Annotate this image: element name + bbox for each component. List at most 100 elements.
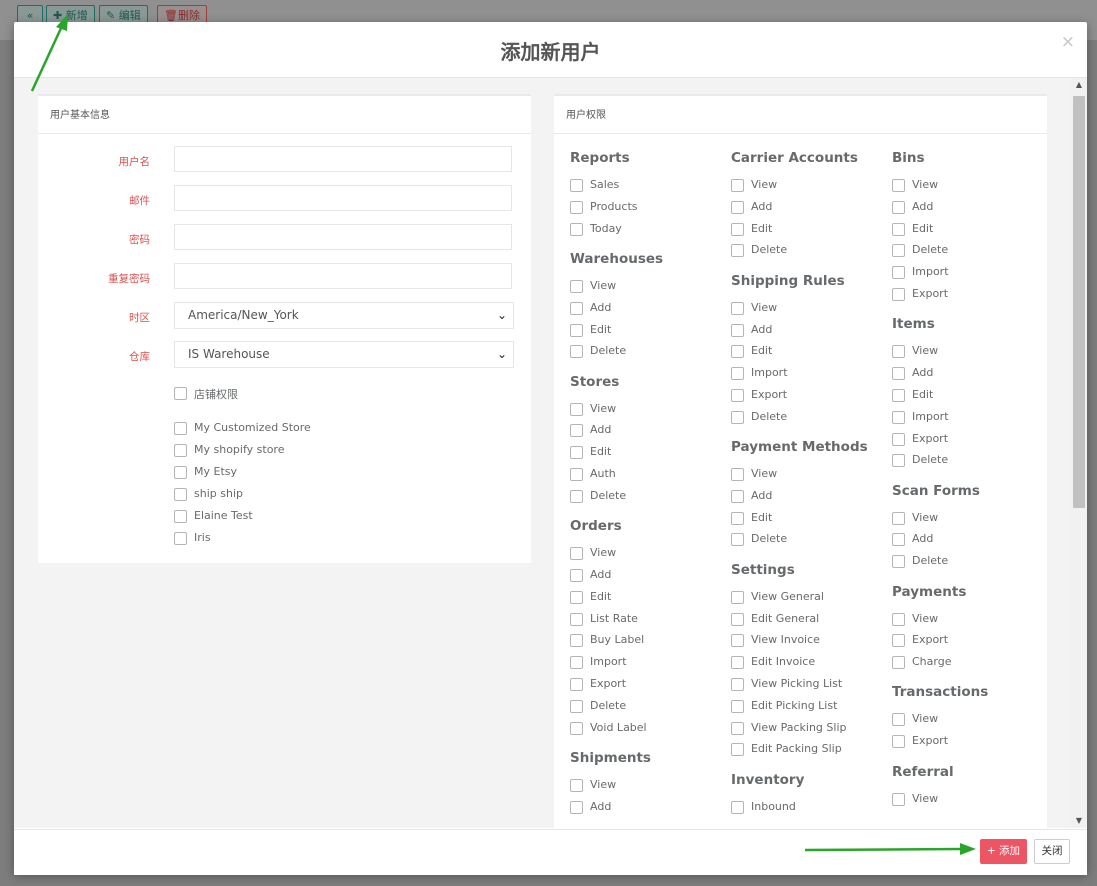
checkbox-box[interactable]	[731, 612, 744, 626]
checkbox-box[interactable]	[570, 179, 583, 192]
warehouse-select[interactable]: IS Warehouse ⌄	[174, 341, 514, 368]
checkbox-box[interactable]	[731, 656, 744, 670]
checkbox-box[interactable]	[892, 345, 905, 359]
password-input[interactable]	[174, 224, 512, 250]
checkbox-box[interactable]	[570, 424, 583, 438]
checkbox-box[interactable]	[174, 422, 187, 435]
checkbox-box[interactable]	[892, 713, 905, 727]
checkbox-box[interactable]	[570, 323, 583, 337]
checkbox-box[interactable]	[892, 735, 905, 749]
checkbox-box[interactable]	[570, 222, 583, 236]
close-button[interactable]: 关闭	[1034, 839, 1070, 864]
checkbox-box[interactable]	[570, 279, 583, 293]
checkbox-box[interactable]	[570, 778, 583, 792]
checkbox-box[interactable]	[570, 446, 583, 460]
checkbox-box[interactable]	[892, 634, 905, 648]
repeat-password-row: 重复密码	[38, 263, 531, 291]
repeat-password-input[interactable]	[174, 263, 512, 289]
checkbox-box[interactable]	[174, 532, 187, 545]
checkbox-box[interactable]	[570, 721, 583, 735]
checkbox-box[interactable]	[731, 323, 744, 337]
checkbox-box[interactable]	[570, 800, 583, 814]
checkbox-box[interactable]	[731, 367, 744, 381]
checkbox-box[interactable]	[731, 200, 744, 214]
add-user-modal: 添加新用户 × 用户基本信息 用户名 邮件 密码 重复密码 时区 America…	[14, 22, 1087, 875]
checkbox-box[interactable]	[892, 555, 905, 569]
checkbox-box[interactable]	[731, 244, 744, 258]
permission-group-title: Payments	[892, 583, 967, 600]
checkbox-box[interactable]	[731, 468, 744, 481]
permission-checkbox-label: View	[751, 300, 778, 314]
checkbox-box[interactable]	[892, 179, 905, 192]
checkbox-box[interactable]	[570, 489, 583, 503]
checkbox-box[interactable]	[570, 301, 583, 315]
checkbox-box[interactable]	[892, 244, 905, 258]
checkbox-box[interactable]	[892, 511, 905, 525]
checkbox-box[interactable]	[892, 432, 905, 446]
checkbox-box[interactable]	[731, 721, 744, 735]
edit-button-label: 编辑	[118, 9, 141, 22]
checkbox-box[interactable]	[731, 179, 744, 192]
scroll-up-icon[interactable]: ▲	[1071, 78, 1087, 92]
checkbox-box[interactable]	[731, 489, 744, 503]
checkbox-box[interactable]	[570, 699, 583, 713]
close-icon[interactable]: ×	[1061, 32, 1075, 52]
checkbox-box[interactable]	[731, 511, 744, 525]
basic-info-heading: 用户基本信息	[38, 96, 531, 134]
checkbox-box[interactable]	[892, 222, 905, 236]
checkbox-box[interactable]	[570, 677, 583, 691]
checkbox-box[interactable]	[731, 743, 744, 757]
checkbox-box[interactable]	[570, 656, 583, 670]
checkbox-box[interactable]	[731, 222, 744, 236]
checkbox-box[interactable]	[174, 510, 187, 523]
permission-checkbox-label: Delete	[912, 554, 949, 568]
checkbox-box[interactable]	[731, 388, 744, 402]
checkbox-box[interactable]	[892, 792, 905, 806]
checkbox-box[interactable]	[892, 612, 905, 626]
checkbox-box[interactable]	[570, 612, 583, 626]
checkbox-box[interactable]	[892, 656, 905, 670]
checkbox-box[interactable]	[731, 301, 744, 315]
checkbox-box[interactable]	[731, 677, 744, 691]
checkbox-box[interactable]	[570, 345, 583, 359]
permission-checkbox-label: Buy Label	[590, 633, 645, 647]
checkbox-box[interactable]	[892, 200, 905, 214]
scroll-down-icon[interactable]: ▼	[1071, 814, 1087, 828]
checkbox-box[interactable]	[731, 699, 744, 713]
checkbox-box[interactable]	[892, 266, 905, 280]
checkbox-box[interactable]	[174, 466, 187, 479]
username-input[interactable]	[174, 146, 512, 172]
timezone-value: America/New_York	[188, 308, 299, 322]
checkbox-box[interactable]	[570, 568, 583, 582]
checkbox-box[interactable]	[731, 533, 744, 547]
checkbox-box[interactable]	[892, 533, 905, 547]
permission-checkbox-label: Import	[751, 366, 788, 380]
checkbox-box[interactable]	[174, 444, 187, 457]
checkbox-box[interactable]	[892, 388, 905, 402]
add-button[interactable]: + 添加	[980, 839, 1027, 864]
checkbox-box[interactable]	[570, 402, 583, 416]
email-input[interactable]	[174, 185, 512, 211]
checkbox-box[interactable]	[892, 367, 905, 381]
checkbox-box[interactable]	[892, 288, 905, 301]
checkbox-box[interactable]	[731, 410, 744, 424]
checkbox-box[interactable]	[731, 634, 744, 648]
modal-scrollbar[interactable]: ▲ ▼	[1071, 78, 1087, 828]
checkbox-box[interactable]	[892, 454, 905, 468]
timezone-label: 时区	[129, 312, 150, 324]
timezone-select[interactable]: America/New_York ⌄	[174, 302, 514, 329]
checkbox-box[interactable]	[731, 590, 744, 604]
checkbox-box[interactable]	[731, 345, 744, 359]
checkbox-box[interactable]	[570, 547, 583, 561]
permission-checkbox-label: Add	[912, 199, 934, 213]
email-label: 邮件	[129, 195, 150, 207]
checkbox-box[interactable]	[570, 634, 583, 648]
checkbox-box[interactable]	[570, 590, 583, 604]
checkbox-box[interactable]	[570, 468, 583, 481]
checkbox-box[interactable]	[892, 410, 905, 424]
checkbox-box[interactable]	[570, 200, 583, 214]
checkbox-box[interactable]	[174, 488, 187, 501]
checkbox-box[interactable]	[731, 800, 744, 814]
scroll-thumb[interactable]	[1073, 96, 1085, 508]
checkbox-box[interactable]	[174, 387, 187, 400]
